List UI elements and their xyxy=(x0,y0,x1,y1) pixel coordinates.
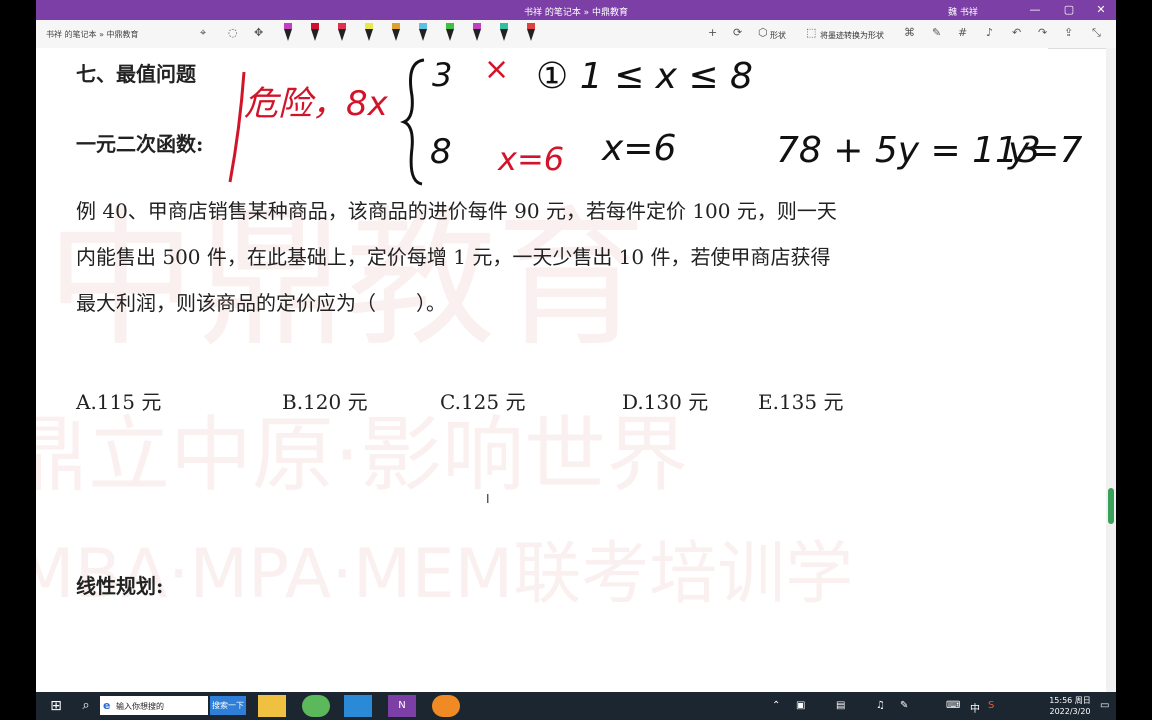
minimize-button[interactable]: — xyxy=(1028,3,1042,17)
ink-brace-bottom: 8 xyxy=(430,132,452,172)
pen-tip-icon xyxy=(392,29,400,41)
ink-range: ① 1 ≤ x ≤ 8 xyxy=(536,56,753,97)
share-icon[interactable]: ⇪ xyxy=(1064,26,1073,39)
pen-tip-icon xyxy=(473,29,481,41)
grid-icon[interactable]: # xyxy=(958,26,967,39)
option-e: E.135 元 xyxy=(758,390,844,414)
text-cursor-icon: I xyxy=(486,492,490,506)
windows-start-icon[interactable]: ⊞ xyxy=(42,695,70,717)
option-c: C.125 元 xyxy=(440,390,526,414)
pen-tool[interactable] xyxy=(284,23,292,43)
pen-tool[interactable] xyxy=(446,23,454,43)
pen-tool[interactable] xyxy=(419,23,427,43)
volume-icon[interactable]: ♫ xyxy=(876,700,885,711)
pen-icon[interactable]: ✎ xyxy=(900,700,908,711)
close-button[interactable]: ✕ xyxy=(1094,3,1108,17)
ink-cross-mark: × xyxy=(484,52,510,87)
option-b: B.120 元 xyxy=(282,390,368,414)
section-title: 七、最值问题 xyxy=(76,62,196,86)
fullscreen-icon[interactable]: ⤡ xyxy=(1092,26,1101,40)
taskbar: ⊞ ⌕ e 输入你想搜的 搜索一下 N ⌃ ▣ ▤ ♫ ✎ ⌨ 中 S 15:5… xyxy=(36,692,1116,720)
pen-tool[interactable] xyxy=(338,23,346,43)
notification-icon[interactable]: ▭ xyxy=(1100,700,1109,711)
title-bar: 书祥 的笔记本 » 中鼎教育 魏 书祥 — ▢ ✕ xyxy=(36,0,1116,20)
convert-ink-button[interactable]: 将墨迹转换为形状 xyxy=(820,30,884,41)
app-green-icon[interactable] xyxy=(302,695,330,717)
problem-line: 最大利润，则该商品的定价应为（ ）。 xyxy=(76,291,446,315)
subsection-quadratic: 一元二次函数: xyxy=(76,132,204,156)
clock-date: 2022/3/20 xyxy=(1049,707,1091,716)
file-explorer-icon[interactable] xyxy=(258,695,286,717)
pen-tool[interactable] xyxy=(365,23,373,43)
draw-toolbar: 书祥 的笔记本 » 中鼎教育 ⌖ ◌ ✥ + ⟳ ⬡ 形状 ⬚ 将墨迹转换为形状… xyxy=(36,20,1116,49)
ink-brace xyxy=(400,58,425,186)
watermark-courses: MBA·MPA·MEM联考培训学 xyxy=(36,535,854,614)
redo-icon[interactable]: ↷ xyxy=(1038,26,1047,39)
ink-y7: y=7 xyxy=(1008,130,1083,171)
pen-tool[interactable] xyxy=(527,23,535,43)
ink-brace-top: 3 xyxy=(432,56,453,94)
user-name[interactable]: 魏 书祥 xyxy=(948,5,978,18)
ink-red-x6: x=6 xyxy=(498,140,565,178)
keyboard-icon[interactable]: ⌨ xyxy=(946,700,960,711)
pen-tip-icon xyxy=(419,29,427,41)
app-blue-icon[interactable] xyxy=(344,695,372,717)
pen-tip-icon xyxy=(446,29,454,41)
pen-tip-icon xyxy=(284,29,292,41)
ruler-icon[interactable]: ✎ xyxy=(932,26,941,39)
shapes-icon[interactable]: ⬡ xyxy=(758,26,768,39)
search-button[interactable]: 搜索一下 xyxy=(210,696,246,715)
breadcrumb[interactable]: 书祥 的笔记本 » 中鼎教育 xyxy=(46,29,139,40)
note-canvas[interactable]: 中鼎教育 鼎立中原·影响世界 MBA·MPA·MEM联考培训学 七、最值问题 一… xyxy=(36,48,1082,692)
pen-tool[interactable] xyxy=(473,23,481,43)
clock-time: 15:56 周日 xyxy=(1049,696,1091,705)
lasso-icon[interactable]: ⌖ xyxy=(200,26,206,40)
pen-tool[interactable] xyxy=(392,23,400,43)
vertical-scrollbar[interactable] xyxy=(1106,48,1116,692)
onenote-icon[interactable]: N xyxy=(388,695,416,717)
move-icon[interactable]: ✥ xyxy=(254,26,263,39)
pen-tip-icon xyxy=(500,29,508,41)
ime-label[interactable]: 中 xyxy=(970,700,980,715)
chevron-up-icon[interactable]: ⌃ xyxy=(772,700,780,711)
bell-icon[interactable]: ♪ xyxy=(986,26,993,39)
subsection-linear: 线性规划: xyxy=(76,574,164,598)
app-orange-icon[interactable] xyxy=(432,695,460,717)
network-icon[interactable]: ▤ xyxy=(836,700,845,711)
problem-text: 例 40、甲商店销售某种商品，该商品的进价每件 90 元，若每件定价 100 元… xyxy=(76,188,837,326)
browser-search-box[interactable]: e 输入你想搜的 xyxy=(100,696,208,715)
pen-tool[interactable] xyxy=(311,23,319,43)
ink-x6: x=6 xyxy=(602,128,677,169)
pen-tip-icon xyxy=(527,29,535,41)
maximize-button[interactable]: ▢ xyxy=(1062,3,1076,17)
add-pen-icon[interactable]: + xyxy=(708,26,717,39)
ink-edit-icon[interactable]: ⌘ xyxy=(904,26,915,39)
convert-icon[interactable]: ⬚ xyxy=(806,26,816,39)
tray-icon[interactable]: ▣ xyxy=(796,700,805,711)
undo-icon[interactable]: ↶ xyxy=(1012,26,1021,39)
pen-tool[interactable] xyxy=(500,23,508,43)
ink-red-note: 危险，8x xyxy=(244,84,388,124)
option-a: A.115 元 xyxy=(76,390,162,414)
app-window: 书祥 的笔记本 » 中鼎教育 魏 书祥 — ▢ ✕ 书祥 的笔记本 » 中鼎教育… xyxy=(36,0,1116,692)
pen-tip-icon xyxy=(311,29,319,41)
ie-icon: e xyxy=(103,699,111,712)
pen-tip-icon xyxy=(338,29,346,41)
sogou-icon[interactable]: S xyxy=(988,700,994,711)
ink-to-shape-icon[interactable]: ⟳ xyxy=(733,26,742,39)
eraser-icon[interactable]: ◌ xyxy=(228,26,238,39)
option-d: D.130 元 xyxy=(622,390,709,414)
problem-line: 例 40、甲商店销售某种商品，该商品的进价每件 90 元，若每件定价 100 元… xyxy=(76,199,837,223)
search-placeholder: 输入你想搜的 xyxy=(116,702,164,711)
shapes-label[interactable]: 形状 xyxy=(770,30,786,41)
problem-line: 内能售出 500 件，在此基础上，定价每增 1 元，一天少售出 10 件，若使甲… xyxy=(76,245,831,269)
ink-equation: 78 + 5y = 113 xyxy=(776,130,1041,171)
clock[interactable]: 15:56 周日 2022/3/20 xyxy=(1046,695,1094,717)
search-icon[interactable]: ⌕ xyxy=(72,695,100,717)
scroll-thumb[interactable] xyxy=(1108,488,1114,524)
pen-tip-icon xyxy=(365,29,373,41)
